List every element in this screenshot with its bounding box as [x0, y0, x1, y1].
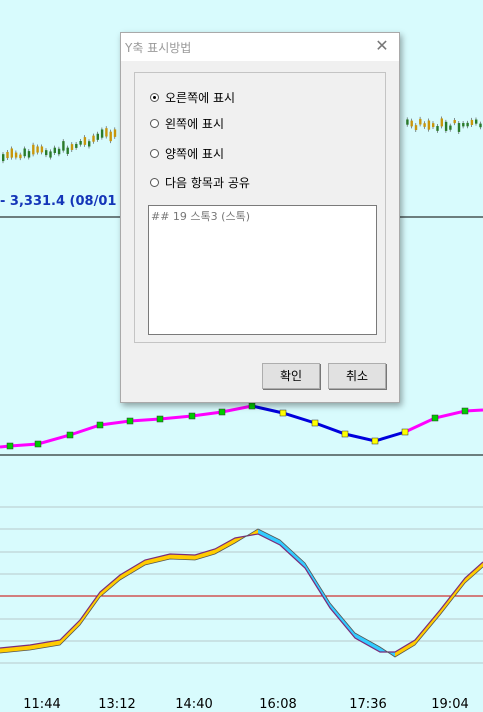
ma-marker	[461, 407, 469, 415]
time-axis-label: 16:08	[259, 697, 297, 712]
candle-body	[419, 118, 422, 125]
candle-body	[83, 137, 87, 145]
candle-body	[2, 154, 5, 162]
ma-marker	[248, 402, 256, 410]
radio-label: 다음 항목과 공유	[165, 175, 250, 190]
radio-label: 왼쪽에 표시	[165, 116, 225, 131]
candle-body	[10, 148, 13, 158]
candle-body	[19, 154, 22, 159]
candle-body	[453, 120, 456, 124]
candle-body	[475, 119, 478, 124]
candle-body	[479, 123, 482, 128]
candle-body	[45, 150, 48, 156]
candle-body	[6, 151, 9, 159]
candle-body	[14, 152, 18, 158]
time-axis-label: 11:44	[23, 697, 61, 712]
candle-body	[62, 141, 65, 151]
time-axis-label: 14:40	[175, 697, 213, 712]
candle-body	[432, 123, 435, 128]
ma-marker	[188, 412, 196, 420]
candle-body	[444, 121, 448, 131]
candle-body	[36, 146, 39, 153]
candle-body	[427, 120, 431, 130]
candle-body	[113, 129, 117, 137]
radio-left[interactable]: 왼쪽에 표시	[150, 115, 224, 131]
candle-body	[462, 123, 465, 127]
ma-marker	[279, 409, 287, 417]
candle-body	[440, 118, 443, 127]
time-axis-label: 13:12	[98, 697, 136, 712]
ma-marker	[341, 430, 349, 438]
candle-body	[27, 151, 31, 158]
ma-marker	[34, 440, 42, 448]
ma-marker	[218, 408, 226, 416]
candle-body	[92, 135, 95, 142]
candle-body	[75, 143, 78, 148]
radio-right[interactable]: 오른쪽에 표시	[150, 89, 235, 105]
y-axis-dialog: Y축 표시방법 ✕ 오른쪽에 표시 왼쪽에 표시 양쪽에 표시 다음 항목과 공…	[120, 32, 400, 403]
ok-button[interactable]: 확인	[262, 363, 320, 389]
candle-body	[66, 147, 69, 154]
options-group: 오른쪽에 표시 왼쪽에 표시 양쪽에 표시 다음 항목과 공유 ## 19 스톡…	[134, 72, 386, 343]
radio-button[interactable]	[150, 177, 159, 187]
candle-body	[40, 146, 44, 153]
candle-body	[410, 120, 413, 127]
stochastic-fill	[258, 529, 395, 657]
ma-line-down	[251, 404, 406, 443]
candle-body	[96, 133, 99, 140]
ma-marker	[66, 431, 74, 439]
dialog-title: Y축 표시방법	[125, 41, 192, 55]
candle-body	[414, 125, 418, 131]
candle-body	[23, 148, 26, 157]
candle-body	[406, 119, 409, 125]
candle-body	[57, 148, 61, 155]
list-item[interactable]: ## 19 스톡3 (스톡)	[151, 208, 250, 224]
stochastic-d-line	[0, 528, 483, 658]
price-label: - 3,331.4 (08/01	[0, 194, 117, 209]
time-axis-label: 19:04	[431, 697, 469, 712]
candle-body	[466, 122, 469, 127]
share-item-listbox[interactable]: ## 19 스톡3 (스톡)	[148, 205, 377, 335]
candle-body	[49, 151, 52, 158]
candle-body	[32, 144, 35, 155]
ma-marker	[126, 417, 134, 425]
ma-marker	[311, 419, 319, 427]
dialog-titlebar[interactable]: Y축 표시방법 ✕	[121, 33, 399, 61]
candle-body	[470, 119, 474, 125]
ma-marker	[156, 415, 164, 423]
candle-body	[100, 129, 104, 138]
stochastic-panel	[0, 506, 483, 664]
radio-share[interactable]: 다음 항목과 공유	[150, 174, 250, 190]
radio-button[interactable]	[150, 118, 159, 128]
radio-button[interactable]	[150, 92, 159, 102]
ma-marker	[6, 442, 14, 450]
radio-label: 양쪽에 표시	[165, 146, 225, 161]
candle-body	[423, 123, 426, 127]
candle-body	[436, 126, 439, 131]
candle-body	[105, 128, 108, 137]
radio-button[interactable]	[150, 148, 159, 158]
radio-label: 오른쪽에 표시	[165, 90, 236, 105]
close-icon[interactable]: ✕	[371, 36, 393, 56]
ma-marker	[371, 437, 379, 445]
candle-body	[457, 123, 461, 132]
radio-both[interactable]: 양쪽에 표시	[150, 145, 224, 161]
ma-line-up	[404, 408, 483, 434]
candle-body	[88, 141, 91, 147]
ma-marker	[96, 421, 104, 429]
ma-marker	[431, 414, 439, 422]
cancel-button[interactable]: 취소	[328, 363, 386, 389]
candle-body	[79, 140, 82, 145]
candle-body	[70, 144, 74, 150]
time-axis-label: 17:36	[349, 697, 387, 712]
candle-body	[109, 131, 112, 142]
candle-body	[53, 147, 56, 153]
stochastic-fill	[0, 529, 483, 657]
ma-marker	[401, 428, 409, 436]
candle-body	[449, 125, 452, 130]
ma-panel	[0, 402, 483, 450]
